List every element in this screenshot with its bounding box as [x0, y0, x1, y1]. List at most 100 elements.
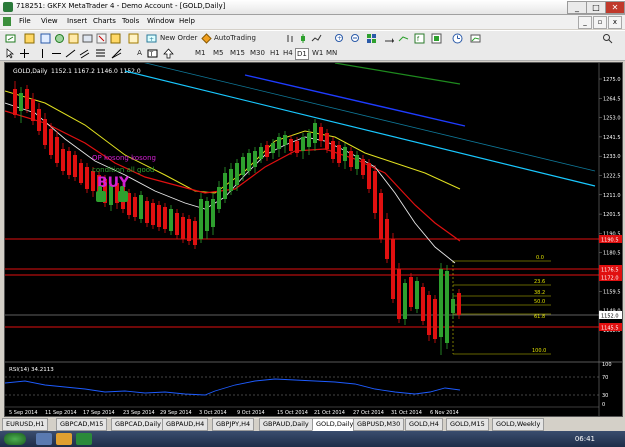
price-chart[interactable]: GOLD,Daily 1152.1 1167.2 1146.0 1152.0 0…	[5, 63, 622, 416]
crosshair-icon[interactable]	[19, 48, 30, 59]
menu-help[interactable]: Help	[179, 17, 195, 25]
fib-label-50: 50.0	[534, 299, 545, 305]
strategy-tester-icon[interactable]	[96, 33, 107, 44]
menu-file[interactable]: File	[19, 17, 31, 25]
menu-window[interactable]: Window	[147, 17, 175, 25]
chart-properties-icon[interactable]	[431, 33, 442, 44]
date-label: 5 Sep 2014	[9, 410, 38, 416]
date-label: 15 Oct 2014	[277, 410, 308, 416]
arrow-mark-icon[interactable]	[163, 48, 174, 59]
tab-gbpjpy-h4[interactable]: GBPJPY,H4	[212, 418, 255, 431]
new-order-button[interactable]: New Order	[160, 33, 197, 43]
data-window-icon[interactable]	[54, 33, 65, 44]
price-label: 1222.5	[603, 174, 621, 180]
minimize-button[interactable]: _	[567, 1, 587, 14]
tab-gbpaud-h4[interactable]: GBPAUD,H4	[162, 418, 209, 431]
annotation-line-1: OP kosong kosong	[92, 154, 156, 162]
tab-gbpcad-m15[interactable]: GBPCAD,M15	[56, 418, 108, 431]
start-button[interactable]	[4, 433, 26, 445]
terminal-icon[interactable]	[82, 33, 93, 44]
candle-body	[349, 151, 353, 167]
navigator-icon[interactable]	[68, 33, 79, 44]
menu-insert[interactable]: Insert	[67, 17, 87, 25]
candle-body	[301, 137, 305, 151]
timeframe-m30[interactable]: M30	[250, 48, 265, 58]
timeframe-mn[interactable]: MN	[326, 48, 337, 58]
tab-gold-daily[interactable]: GOLD,Daily	[312, 418, 358, 431]
tile-windows-icon[interactable]	[366, 33, 377, 44]
autoscroll-icon[interactable]	[398, 33, 409, 44]
profiles-icon[interactable]	[24, 33, 35, 44]
bar-chart-icon[interactable]	[285, 33, 296, 44]
candle-body	[427, 295, 431, 335]
menu-view[interactable]: View	[41, 17, 58, 25]
chart-shift-icon[interactable]	[384, 33, 395, 44]
close-button[interactable]: ✕	[605, 1, 625, 14]
autotrading-icon[interactable]	[201, 33, 212, 44]
timeframe-d1[interactable]: D1	[295, 48, 309, 60]
zoom-chart-icon[interactable]	[110, 33, 121, 44]
menu-tools[interactable]: Tools	[122, 17, 139, 25]
timeframe-m15[interactable]: M15	[230, 48, 245, 58]
tab-gold-weekly[interactable]: GOLD,Weekly	[492, 418, 545, 431]
autotrading-button[interactable]: AutoTrading	[214, 33, 256, 43]
chart-window[interactable]: GOLD,Daily 1152.1 1167.2 1146.0 1152.0 0…	[4, 62, 623, 417]
candle-body	[145, 201, 149, 223]
text-tool-icon[interactable]: A	[135, 48, 144, 58]
text-label-icon[interactable]: T	[147, 48, 158, 59]
new-order-icon[interactable]: +	[146, 33, 157, 44]
timeframe-h4[interactable]: H4	[283, 48, 293, 58]
candlestick-icon[interactable]	[298, 33, 309, 44]
candle-body	[271, 143, 275, 153]
horizontal-line-icon[interactable]	[51, 48, 62, 59]
metatrader-taskbar-icon[interactable]	[76, 433, 92, 445]
trendline-icon[interactable]	[65, 48, 76, 59]
timeframe-h1[interactable]: H1	[270, 48, 280, 58]
periodicity-clock-icon[interactable]	[452, 33, 463, 44]
templates-icon[interactable]	[470, 33, 481, 44]
date-label: 3 Oct 2014	[199, 410, 227, 416]
timeframe-m5[interactable]: M5	[213, 48, 224, 58]
timeframe-w1[interactable]: W1	[312, 48, 323, 58]
mdi-restore-button[interactable]: ▫	[593, 16, 607, 29]
vertical-line-icon[interactable]	[37, 48, 48, 59]
tab-gbpcad-daily[interactable]: GBPCAD,Daily	[111, 418, 165, 431]
gann-icon[interactable]	[111, 48, 122, 59]
candle-body	[391, 239, 395, 299]
menu-charts[interactable]: Charts	[93, 17, 116, 25]
candle-body	[235, 163, 239, 185]
new-chart-icon[interactable]	[5, 33, 16, 44]
zoom-in-icon[interactable]: +	[334, 33, 345, 44]
maximize-button[interactable]: □	[586, 1, 606, 14]
taskbar-app-icon[interactable]	[36, 433, 52, 445]
tab-gbpusd-m30[interactable]: GBPUSD,M30	[353, 418, 405, 431]
candle-body	[265, 145, 269, 157]
market-watch-icon[interactable]	[40, 33, 51, 44]
line-chart-icon[interactable]	[311, 33, 322, 44]
tab-gold-m15[interactable]: GOLD,M15	[446, 418, 489, 431]
date-label: 23 Sep 2014	[123, 410, 155, 416]
zoom-out-icon[interactable]	[350, 33, 361, 44]
folder-icon[interactable]	[56, 433, 72, 445]
window-title: 718251: GKFX MetaTrader 4 - Demo Account…	[16, 2, 226, 10]
standard-toolbar: + New Order AutoTrading + f	[0, 30, 625, 77]
tab-gold-h4[interactable]: GOLD,H4	[405, 418, 443, 431]
candle-body	[241, 157, 245, 175]
search-icon[interactable]	[602, 33, 613, 44]
tab-gbpaud-daily[interactable]: GBPAUD,Daily	[259, 418, 313, 431]
channel-icon[interactable]	[79, 48, 90, 59]
mdi-close-button[interactable]: x	[608, 16, 622, 29]
tab-eurusd-h1[interactable]: EURUSD,H1	[2, 418, 49, 431]
mdi-minimize-button[interactable]: _	[578, 16, 592, 29]
svg-text:+: +	[149, 36, 154, 43]
price-marker-0: 1190.5	[601, 238, 619, 244]
cursor-arrow-icon[interactable]	[5, 48, 16, 59]
candle-body	[211, 199, 215, 227]
fibonacci-icon[interactable]	[95, 48, 106, 59]
timeframe-m1[interactable]: M1	[195, 48, 206, 58]
candle-body	[67, 151, 71, 175]
metaeditor-icon[interactable]	[128, 33, 139, 44]
svg-text:+: +	[337, 35, 342, 42]
indicators-icon[interactable]: f	[414, 33, 425, 44]
price-label: 1253.0	[603, 116, 621, 122]
